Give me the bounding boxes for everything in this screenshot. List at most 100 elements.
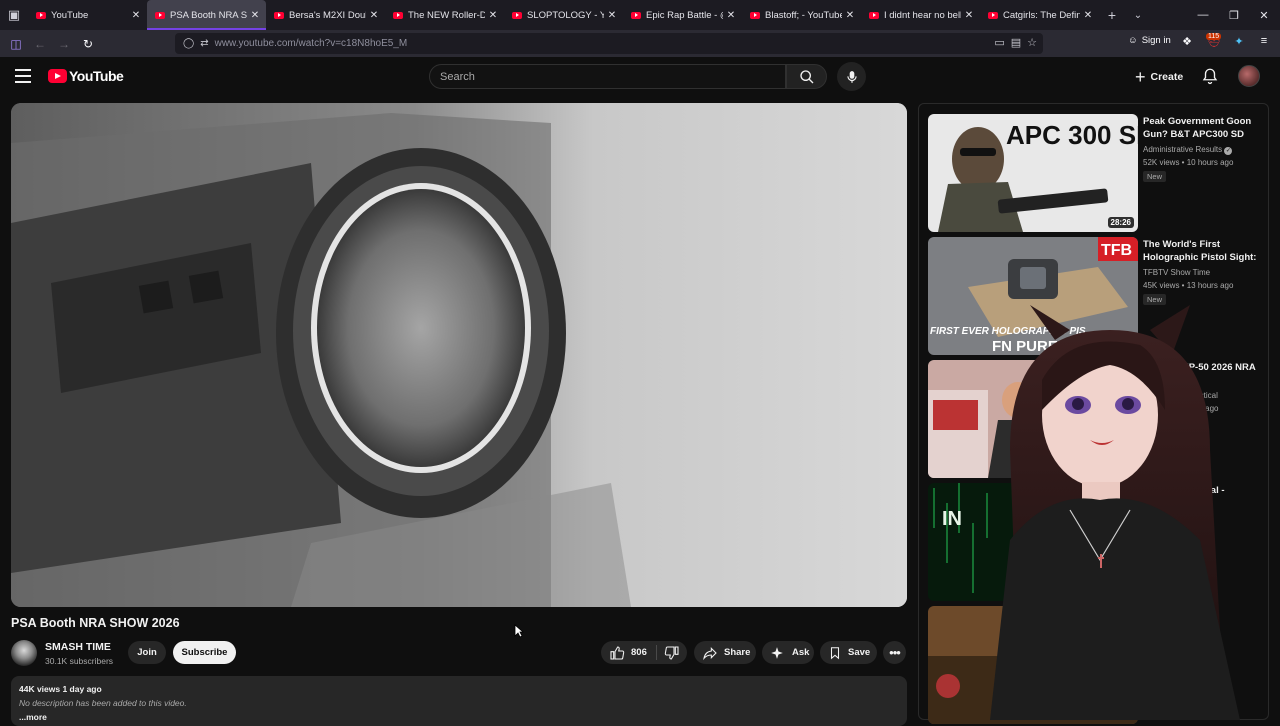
youtube-favicon-icon: [869, 11, 879, 19]
recommendation-thumbnail[interactable]: IN: [928, 483, 1138, 601]
tab-close-icon[interactable]: ✕: [250, 10, 260, 21]
recommendation-thumbnail[interactable]: [928, 360, 1138, 478]
recommendation-thumbnail[interactable]: APC 300 SD 28:26: [928, 114, 1138, 232]
tab-close-icon[interactable]: ✕: [964, 10, 974, 21]
channel-name[interactable]: SMASH TIME: [45, 641, 111, 653]
browser-tab[interactable]: The NEW Roller-Delaye✕: [385, 0, 504, 30]
extensions-icon[interactable]: ❖: [1179, 35, 1195, 51]
thumbnail-image: TFB FIRST EVER HOLOGRAPHIC PIS FN PURE: [928, 237, 1138, 355]
new-tab-button[interactable]: +: [1099, 7, 1125, 23]
save-label: Save: [848, 647, 871, 658]
save-button[interactable]: Save: [820, 641, 877, 664]
thumb-caption-line2: FN PURE: [992, 338, 1058, 355]
search-box[interactable]: [429, 64, 786, 89]
share-button[interactable]: Share: [694, 641, 756, 664]
account-icon: ☺: [1128, 35, 1138, 46]
tab-close-icon[interactable]: ✕: [131, 10, 141, 21]
tab-close-icon[interactable]: ✕: [845, 10, 855, 21]
recommendation-card[interactable]: ay: [928, 606, 1268, 724]
maximize-icon[interactable]: ❐: [1218, 0, 1250, 30]
account-avatar[interactable]: [1238, 65, 1260, 87]
minimize-icon[interactable]: —: [1187, 0, 1219, 30]
forward-icon[interactable]: →: [52, 32, 76, 56]
subscribe-button[interactable]: Subscribe: [173, 641, 236, 664]
tab-list-chevron-icon[interactable]: ⌄: [1125, 10, 1151, 21]
tab-close-icon[interactable]: ✕: [607, 10, 617, 21]
tab-close-icon[interactable]: ✕: [726, 10, 736, 21]
recommendation-channel[interactable]: TFBTV Show Time: [1143, 268, 1210, 277]
picture-in-picture-icon[interactable]: ▭: [994, 36, 1004, 49]
tab-close-icon[interactable]: ✕: [1083, 10, 1093, 21]
description-more-link[interactable]: ...more: [19, 712, 899, 722]
browser-navbar: ◫ ← → ↻ ◯ ⇄ www.youtube.com/watch?v=c18N…: [0, 30, 1280, 57]
browser-tab[interactable]: Blastoff; - YouTube ✕: [742, 0, 861, 30]
recommendation-card[interactable]: APC 300 SD 28:26 Peak Government Goon Gu…: [928, 114, 1268, 232]
translate-extension-icon[interactable]: ✦: [1231, 35, 1247, 51]
recommendation-thumbnail[interactable]: TFB FIRST EVER HOLOGRAPHIC PIS FN PURE: [928, 237, 1138, 355]
browser-tab[interactable]: Catgirls: The Definitive✕: [980, 0, 1099, 30]
description-text: No description has been added to this vi…: [19, 698, 187, 708]
notifications-bell-icon[interactable]: [1201, 67, 1219, 85]
recommendation-card[interactable]: EC KP-50 2026 NRA NG mp Tactical s • 2 h…: [928, 360, 1268, 478]
recommendation-title[interactable]: llectual -: [1186, 484, 1266, 497]
ask-button[interactable]: Ask: [762, 641, 814, 664]
new-badge: New: [1143, 171, 1167, 182]
tab-close-icon[interactable]: ✕: [369, 10, 379, 21]
browser-tab-strip: ▣ YouTube✕PSA Booth NRA SHOW✕Bersa's M2X…: [0, 0, 1280, 30]
like-count[interactable]: 806: [631, 647, 647, 658]
guide-menu-icon[interactable]: [15, 69, 31, 83]
recommendation-meta: ay: [1200, 648, 1209, 657]
recommendation-card[interactable]: TFB FIRST EVER HOLOGRAPHIC PIS FN PURE T…: [928, 237, 1268, 355]
bookmark-icon: [830, 646, 840, 659]
thumbnail-image: APC 300 SD: [928, 114, 1138, 232]
search-button[interactable]: [786, 64, 827, 89]
browser-tab[interactable]: Bersa's M2XI Double-st✕: [266, 0, 385, 30]
create-label: Create: [1150, 71, 1184, 83]
recommendation-card[interactable]: IN llectual -: [928, 483, 1268, 601]
browser-tab[interactable]: YouTube ✕: [28, 0, 147, 30]
reload-icon[interactable]: ↻: [76, 32, 100, 56]
bookmark-star-icon[interactable]: ☆: [1027, 36, 1037, 49]
youtube-favicon-icon: [274, 11, 284, 19]
back-icon[interactable]: ←: [28, 32, 52, 56]
tab-close-icon[interactable]: ✕: [488, 10, 498, 21]
reader-view-icon[interactable]: ▤: [1011, 36, 1021, 49]
youtube-header: YouTube + Create: [0, 57, 1280, 97]
sidebar-toggle-icon[interactable]: ◫: [4, 32, 28, 56]
window-close-icon[interactable]: ✕: [1248, 0, 1280, 30]
browser-tab[interactable]: Epic Rap Battle - @sky✕: [623, 0, 742, 30]
browser-tab[interactable]: SLOPTOLOGY - YouTub✕: [504, 0, 623, 30]
shield-icon[interactable]: ◯: [183, 38, 194, 49]
tab-overview-icon[interactable]: ▣: [0, 0, 28, 30]
recommendation-thumbnail[interactable]: [928, 606, 1138, 724]
more-actions-icon[interactable]: •••: [883, 641, 906, 664]
channel-avatar[interactable]: [11, 640, 37, 666]
url-text[interactable]: www.youtube.com/watch?v=c18N8hoE5_M: [215, 38, 408, 49]
thumbs-up-icon[interactable]: [609, 645, 625, 661]
create-button[interactable]: + Create: [1127, 66, 1191, 88]
share-label: Share: [724, 647, 751, 658]
like-dislike-group: 806: [601, 641, 687, 664]
description-box[interactable]: 44K views 1 day ago No description has b…: [11, 676, 907, 726]
browser-tab[interactable]: I didnt hear no bell - Yo✕: [861, 0, 980, 30]
video-player[interactable]: [11, 103, 907, 607]
ask-label: Ask: [792, 647, 810, 658]
voice-search-button[interactable]: [837, 62, 866, 91]
recommendation-channel[interactable]: Administrative Results ✓: [1143, 145, 1233, 155]
search-input[interactable]: [440, 70, 785, 83]
recommendation-title[interactable]: EC KP-50 2026 NRA NG: [1166, 361, 1266, 387]
thumbs-down-icon[interactable]: [664, 645, 680, 661]
permissions-icon[interactable]: ⇄: [200, 38, 208, 49]
sign-in-button[interactable]: ☺ Sign in: [1128, 35, 1171, 46]
youtube-logo[interactable]: YouTube: [48, 68, 124, 84]
join-button[interactable]: Join: [128, 641, 166, 664]
recommendation-title[interactable]: The World's First Holographic Pistol Sig…: [1143, 238, 1263, 264]
recommendation-channel[interactable]: mp Tactical: [1178, 391, 1218, 400]
view-count-date: 44K views 1 day ago: [19, 684, 102, 694]
url-bar[interactable]: ◯ ⇄ www.youtube.com/watch?v=c18N8hoE5_M …: [175, 33, 1043, 54]
browser-menu-icon[interactable]: ≡: [1256, 35, 1272, 51]
recommendation-title[interactable]: Peak Government Goon Gun? B&T APC300 SD: [1143, 115, 1263, 141]
browser-tab[interactable]: PSA Booth NRA SHOW✕: [147, 0, 266, 30]
microphone-icon: [846, 70, 857, 83]
tab-title: The NEW Roller-Delaye: [408, 9, 485, 21]
